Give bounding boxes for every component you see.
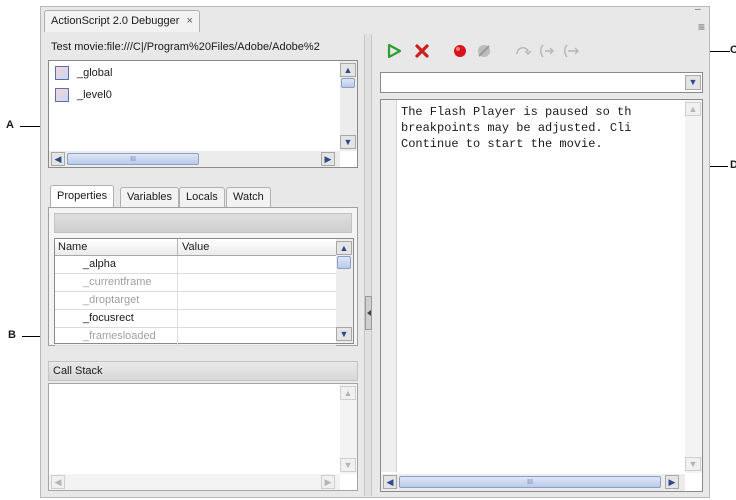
scroll-thumb[interactable]: [341, 78, 355, 88]
movie-path-label: Test movie:file:///C|/Program%20Files/Ad…: [51, 41, 320, 53]
call-stack-list: ▲ ▼ ◀ ▶: [48, 383, 358, 491]
properties-area: Name Value _alpha _currentframe _droptarge…: [48, 207, 358, 346]
callout-a: A: [6, 119, 14, 131]
step-over-icon: [516, 47, 532, 55]
code-text: The Flash Player is paused so th breakpo…: [401, 104, 685, 152]
property-name-cell: _focusrect: [55, 310, 178, 327]
scroll-grip: III: [130, 156, 136, 163]
remove-all-breakpoints-icon: [478, 45, 490, 57]
property-value-cell[interactable]: [178, 256, 336, 273]
table-row[interactable]: _focusrect: [55, 310, 336, 328]
property-value-cell[interactable]: [178, 310, 336, 327]
code-view-vscroll[interactable]: ▲ ▼: [685, 100, 702, 473]
panel-tab[interactable]: ActionScript 2.0 Debugger ×: [44, 10, 200, 32]
table-row[interactable]: _framesloaded: [55, 328, 336, 346]
table-row[interactable]: _alpha: [55, 256, 336, 274]
tab-watch[interactable]: Watch: [226, 187, 271, 207]
scroll-right-icon[interactable]: ▶: [665, 475, 679, 489]
collapse-arrow-icon: [366, 310, 371, 316]
list-item[interactable]: _level0: [55, 88, 112, 102]
scroll-left-icon[interactable]: ◀: [51, 475, 65, 489]
tab-properties[interactable]: Properties: [50, 185, 115, 207]
properties-table: Name Value _alpha _currentframe _droptarge…: [54, 238, 354, 346]
property-value-cell[interactable]: [178, 328, 336, 345]
column-header-name[interactable]: Name: [55, 239, 178, 255]
table-row[interactable]: _droptarget: [55, 292, 336, 310]
code-line: breakpoints may be adjusted. Cli: [401, 121, 632, 135]
scroll-right-icon[interactable]: ▶: [321, 152, 335, 166]
scroll-left-icon[interactable]: ◀: [51, 152, 65, 166]
scroll-up-icon[interactable]: ▲: [340, 386, 356, 400]
scroll-grip: III: [527, 479, 533, 486]
scroll-up-icon[interactable]: ▲: [685, 102, 701, 116]
scroll-thumb[interactable]: [337, 256, 351, 269]
property-name-cell: _framesloaded: [55, 328, 178, 345]
movieclip-icon: [55, 88, 69, 102]
scroll-up-icon[interactable]: ▲: [336, 241, 352, 255]
callout-b: B: [8, 329, 16, 341]
call-stack-header: Call Stack: [48, 361, 358, 381]
table-row[interactable]: _currentframe: [55, 274, 336, 292]
properties-toolbar: [54, 213, 352, 233]
callout-d: D: [730, 159, 736, 171]
property-value-cell[interactable]: [178, 274, 336, 291]
collapse-handle[interactable]: [365, 296, 372, 330]
scroll-down-icon[interactable]: ▼: [685, 457, 701, 471]
minimize-icon[interactable]: –: [695, 4, 701, 15]
code-view-hscroll[interactable]: ◀ III ▶: [381, 474, 685, 491]
panel-menu-icon[interactable]: ≡: [698, 20, 705, 34]
step-out-icon: [564, 44, 579, 58]
continue-icon[interactable]: [386, 43, 402, 59]
close-icon[interactable]: ×: [186, 15, 192, 27]
panel-tab-title: ActionScript 2.0 Debugger: [51, 15, 180, 27]
tab-variables[interactable]: Variables: [120, 187, 180, 207]
property-name-cell: _droptarget: [55, 292, 178, 309]
chevron-down-icon[interactable]: ▼: [685, 75, 701, 90]
call-stack-vscroll[interactable]: ▲ ▼: [340, 384, 357, 474]
call-stack-title: Call Stack: [53, 365, 103, 377]
scroll-up-icon[interactable]: ▲: [340, 63, 356, 77]
tab-locals[interactable]: Locals: [179, 187, 225, 207]
property-name-cell: _alpha: [55, 256, 178, 273]
list-item-label: _global: [77, 67, 113, 79]
scroll-right-icon[interactable]: ▶: [321, 475, 335, 489]
code-line: The Flash Player is paused so th: [401, 105, 632, 119]
scroll-left-icon[interactable]: ◀: [383, 475, 397, 489]
code-gutter: [381, 100, 397, 472]
movie-list-hscroll[interactable]: ◀ III ▶: [49, 151, 340, 167]
toggle-breakpoint-icon[interactable]: [452, 43, 468, 59]
scroll-thumb[interactable]: III: [399, 476, 661, 488]
panel-splitter[interactable]: [364, 34, 372, 496]
callout-c: C: [730, 44, 736, 56]
scroll-down-icon[interactable]: ▼: [336, 327, 352, 341]
scroll-thumb[interactable]: III: [67, 153, 199, 165]
step-in-icon: [540, 44, 554, 58]
call-stack-hscroll[interactable]: ◀ ▶: [49, 474, 340, 490]
code-view: The Flash Player is paused so th breakpo…: [380, 99, 703, 492]
code-line: Continue to start the movie.: [401, 137, 603, 151]
stop-debugging-icon[interactable]: [414, 43, 430, 59]
list-item-label: _level0: [77, 89, 112, 101]
scroll-down-icon[interactable]: ▼: [340, 135, 356, 149]
property-name-cell: _currentframe: [55, 274, 178, 291]
debug-toolbar: [384, 41, 604, 61]
movie-list-vscroll[interactable]: ▲ ▼: [340, 61, 357, 151]
list-item[interactable]: _global: [55, 66, 112, 80]
property-value-cell[interactable]: [178, 292, 336, 309]
code-location-dropdown[interactable]: ▼: [380, 72, 703, 93]
movieclip-icon: [55, 66, 69, 80]
properties-vscroll[interactable]: ▲ ▼: [336, 239, 353, 343]
scroll-down-icon[interactable]: ▼: [340, 458, 356, 472]
movie-list: _global _level0 ▲ ▼ ◀ III ▶: [48, 60, 358, 168]
properties-rows: _alpha _currentframe _droptarget _focusrect…: [55, 256, 336, 346]
column-header-value[interactable]: Value: [178, 239, 209, 255]
